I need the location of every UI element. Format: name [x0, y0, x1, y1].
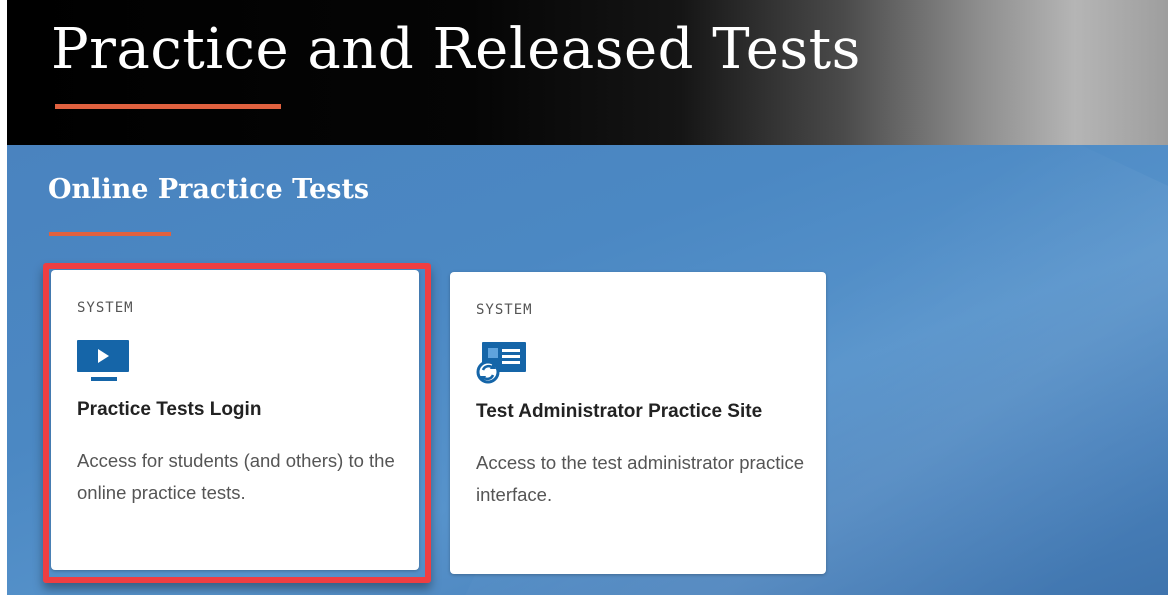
monitor-play-icon	[77, 340, 131, 384]
test-administrator-practice-site-card[interactable]: SYSTEM Test Administrator Practice Site …	[450, 272, 826, 574]
online-practice-tests-section: Online Practice Tests SYSTEM Practice Te…	[7, 145, 1168, 595]
title-accent-bar	[55, 104, 281, 109]
card-description: Access for students (and others) to the …	[77, 450, 395, 503]
admin-document-sync-icon	[476, 342, 530, 386]
section-accent-bar	[49, 232, 171, 236]
practice-tests-login-card[interactable]: SYSTEM Practice Tests Login Access for s…	[51, 270, 419, 570]
card-title: Practice Tests Login	[77, 399, 262, 420]
card-category-label: SYSTEM	[476, 302, 533, 318]
card-description: Access to the test administrator practic…	[476, 452, 804, 505]
page-title: Practice and Released Tests	[51, 17, 861, 82]
page-header: Practice and Released Tests	[7, 0, 1168, 145]
card-title: Test Administrator Practice Site	[476, 401, 763, 422]
section-title: Online Practice Tests	[48, 174, 370, 205]
card-category-label: SYSTEM	[77, 300, 134, 316]
page: Practice and Released Tests Online Pract…	[0, 0, 1168, 595]
